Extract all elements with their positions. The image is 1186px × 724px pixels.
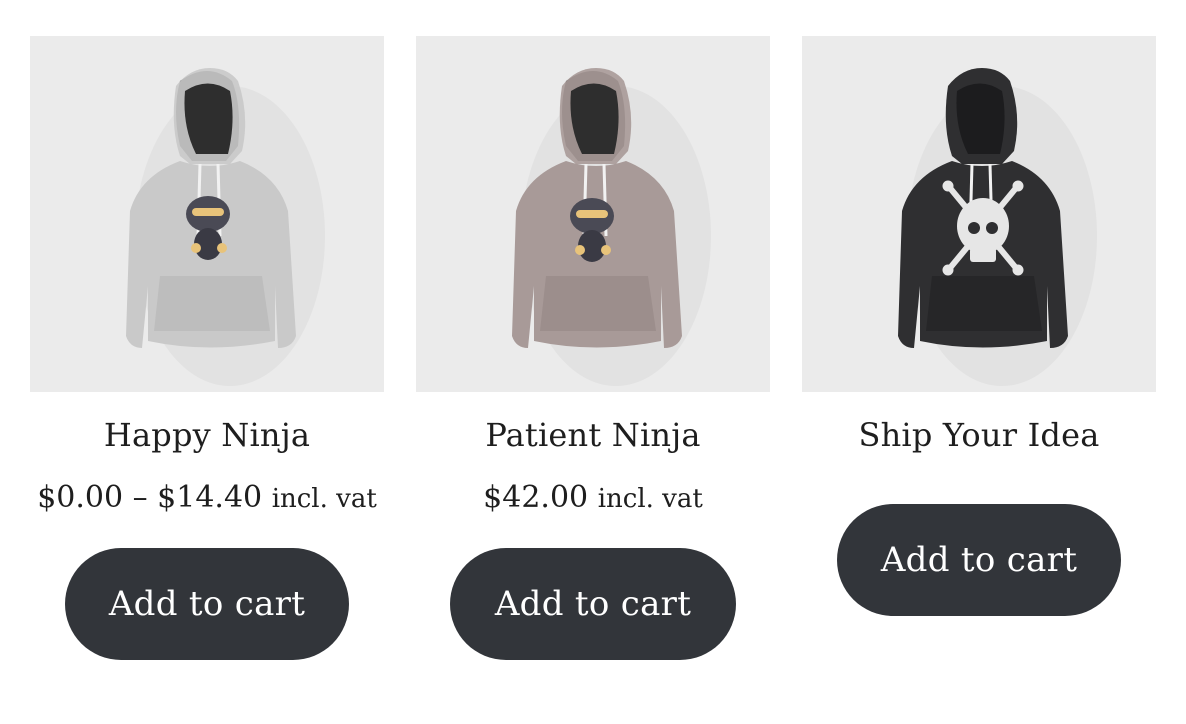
hoodie-image — [898, 68, 1097, 386]
vat-label: incl. vat — [597, 484, 703, 514]
product-image-patient-ninja[interactable] — [416, 36, 770, 392]
product-image-happy-ninja[interactable] — [30, 36, 384, 392]
product-title[interactable]: Happy Ninja — [30, 414, 384, 456]
product-card-patient-ninja: Patient Ninja $42.00 incl. vat Add to ca… — [416, 36, 770, 660]
hoodie-image — [126, 68, 325, 386]
product-card-happy-ninja: Happy Ninja $0.00 – $14.40 incl. vat Add… — [30, 36, 384, 660]
product-title[interactable]: Patient Ninja — [416, 414, 770, 456]
add-to-cart-button[interactable]: Add to cart — [65, 548, 349, 660]
product-price: $0.00 – $14.40 incl. vat — [30, 478, 384, 518]
product-title[interactable]: Ship Your Idea — [802, 414, 1156, 456]
add-to-cart-button[interactable]: Add to cart — [450, 548, 736, 660]
vat-label: incl. vat — [271, 484, 377, 514]
product-image-ship-your-idea[interactable] — [802, 36, 1156, 392]
product-card-ship-your-idea: Ship Your Idea Add to cart — [802, 36, 1156, 616]
add-to-cart-button[interactable]: Add to cart — [837, 504, 1121, 616]
hoodie-image — [512, 68, 711, 386]
price-range: $0.00 – $14.40 — [37, 480, 263, 515]
product-price: $42.00 incl. vat — [416, 478, 770, 518]
price-amount: $42.00 — [483, 480, 589, 515]
product-grid: Happy Ninja $0.00 – $14.40 incl. vat Add… — [0, 0, 1186, 724]
